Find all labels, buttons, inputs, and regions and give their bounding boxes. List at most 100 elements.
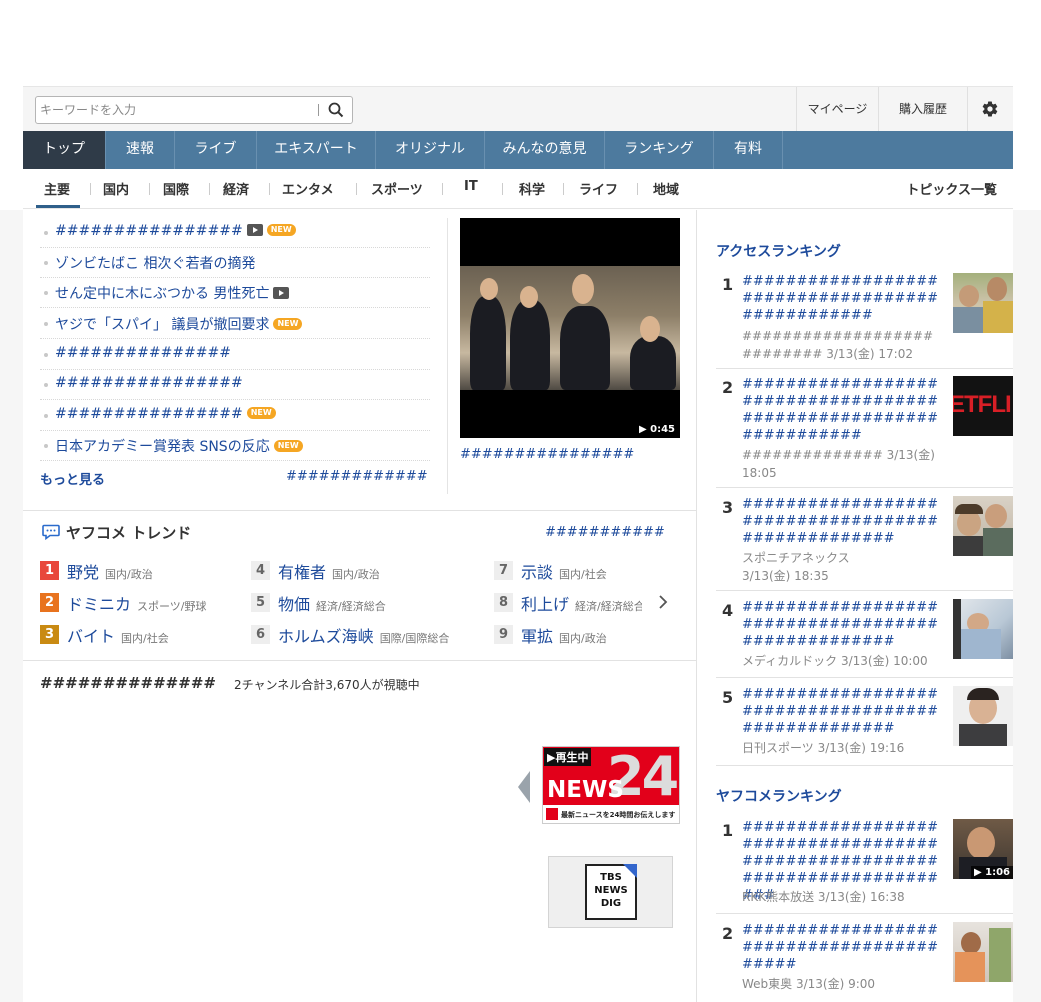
bullet xyxy=(44,231,48,235)
category-domestic[interactable]: 国内 xyxy=(103,179,129,198)
purchase-history-link[interactable]: 購入履歴 xyxy=(878,87,967,131)
ranking-meta: スポニチアネックス 3/13(金) 18:35 xyxy=(742,549,942,585)
category-main[interactable]: 主要 xyxy=(44,179,70,198)
topic-item[interactable]: ################ NEW xyxy=(40,401,430,431)
tab-expert[interactable]: エキスパート xyxy=(257,131,376,169)
ranking-headline[interactable]: ########################################… xyxy=(742,686,942,737)
topic-item[interactable]: ヤジで「スパイ」 議員が撤回要求 NEW xyxy=(40,309,430,339)
topic-title[interactable]: ヤジで「スパイ」 議員が撤回要求 xyxy=(55,317,269,333)
chevron-left-icon[interactable] xyxy=(518,771,530,803)
tab-ranking[interactable]: ランキング xyxy=(605,131,714,169)
tbs-logo-line: DIG xyxy=(600,898,622,909)
topic-item[interactable]: ################ xyxy=(40,370,430,400)
trend-word[interactable]: 物価 xyxy=(278,595,310,614)
divider xyxy=(90,183,91,195)
topic-title[interactable]: ################ xyxy=(55,375,243,391)
ranking-item[interactable]: 2 ######################################… xyxy=(716,922,1013,1002)
tbs-logo-line: TBS xyxy=(600,872,622,883)
video-duration: ▶ 1:06 xyxy=(970,866,1013,879)
search-box[interactable] xyxy=(35,96,353,124)
trend-item[interactable]: 8 利上げ 経済/経済総合 xyxy=(494,591,642,613)
ranking-source: Web東奥 xyxy=(742,977,793,991)
topic-title[interactable]: 日本アカデミー賞発表 SNSの反応 xyxy=(55,439,270,455)
ranking-item[interactable]: 1 ######################################… xyxy=(716,273,1013,369)
topic-item[interactable]: ゾンビたばこ 相次ぐ若者の摘発 xyxy=(40,248,430,278)
search-icon[interactable] xyxy=(328,102,344,118)
ranking-date: 3/13(金) 17:02 xyxy=(822,347,913,361)
tab-paid[interactable]: 有料 xyxy=(714,131,783,169)
thumbnail-figure xyxy=(480,278,498,300)
topics-list-link[interactable]: トピックス一覧 xyxy=(906,179,997,198)
news24-tagline: 最新ニュースを24時間お伝えします xyxy=(561,811,676,819)
topic-item[interactable]: せん定中に木にぶつかる 男性死亡 xyxy=(40,278,430,308)
trend-word[interactable]: 軍拡 xyxy=(521,627,553,646)
trend-word[interactable]: 利上げ xyxy=(521,595,569,613)
topics-secondary-link[interactable]: ############# xyxy=(286,469,428,484)
trend-word[interactable]: バイト xyxy=(67,627,115,646)
topic-title[interactable]: ################ xyxy=(55,406,243,422)
tbs-news-channel[interactable]: TBS NEWS DIG xyxy=(548,856,673,928)
tab-live[interactable]: ライブ xyxy=(175,131,257,169)
topic-item[interactable]: 日本アカデミー賞発表 SNSの反応 NEW xyxy=(40,431,430,461)
category-world[interactable]: 国際 xyxy=(163,179,189,198)
thumbnail-figure xyxy=(630,336,676,390)
ranking-item[interactable]: 1 ######################################… xyxy=(716,819,1013,914)
trend-rank: 4 xyxy=(251,561,270,580)
ranking-headline[interactable]: ########################################… xyxy=(742,273,942,324)
trend-word[interactable]: 野党 xyxy=(67,563,99,582)
settings-button[interactable] xyxy=(967,87,1013,131)
video-icon xyxy=(273,287,290,299)
topic-title[interactable]: せん定中に木にぶつかる 男性死亡 xyxy=(55,286,269,302)
ranking-headline[interactable]: ########################################… xyxy=(742,376,942,444)
featured-video[interactable]: ▶ 0:45 xyxy=(460,218,680,438)
comment-icon xyxy=(42,524,60,540)
tab-top[interactable]: トップ xyxy=(23,131,106,169)
ranking-headline[interactable]: ########################################… xyxy=(742,496,942,547)
ranking-item[interactable]: 2 ######################################… xyxy=(716,376,1013,488)
bullet xyxy=(44,383,48,387)
trend-word[interactable]: 示談 xyxy=(521,563,553,582)
ranking-item[interactable]: 3 ######################################… xyxy=(716,496,1013,591)
video-icon xyxy=(246,224,263,236)
trend-word[interactable]: ドミニカ xyxy=(67,595,131,614)
category-life[interactable]: ライフ xyxy=(579,179,618,198)
bullet xyxy=(44,353,48,357)
trend-category: 経済/経済総合 xyxy=(575,600,642,613)
tab-original[interactable]: オリジナル xyxy=(376,131,485,169)
thumbnail-figure xyxy=(640,316,660,342)
trend-word[interactable]: 有権者 xyxy=(278,563,326,582)
topic-title[interactable]: ################ xyxy=(55,223,243,239)
topic-title[interactable]: ゾンビたばこ 相次ぐ若者の摘発 xyxy=(55,256,255,272)
ranking-headline[interactable]: ########################################… xyxy=(742,922,942,973)
video-caption-link[interactable]: ################ xyxy=(460,447,634,462)
active-category-underline xyxy=(36,205,80,208)
ranking-headline[interactable]: ########################################… xyxy=(742,599,942,650)
category-economy[interactable]: 経済 xyxy=(223,179,249,198)
ranking-date: 3/13(金) 19:16 xyxy=(813,741,905,755)
topic-item[interactable]: ############### xyxy=(40,340,430,370)
new-badge: NEW xyxy=(246,407,276,419)
trend-more-link[interactable]: ########### xyxy=(545,525,665,540)
tab-breaking[interactable]: 速報 xyxy=(106,131,175,169)
search-input[interactable] xyxy=(40,101,310,119)
trend-word[interactable]: ホルムズ海峡 xyxy=(278,627,374,646)
more-topics-link[interactable]: もっと見る xyxy=(40,469,105,488)
ranking-source: メディカルドック xyxy=(742,654,838,668)
news24-channel[interactable]: 24 NEWS ▶再生中 最新ニュースを24時間お伝えします xyxy=(542,746,680,824)
trend-category: スポーツ/野球 xyxy=(137,600,207,613)
topic-item[interactable]: ################ NEW xyxy=(40,218,430,248)
tab-opinions[interactable]: みんなの意見 xyxy=(485,131,605,169)
category-entertainment[interactable]: エンタメ xyxy=(282,179,334,198)
category-it[interactable]: IT xyxy=(464,179,478,194)
mypage-link[interactable]: マイページ xyxy=(796,87,878,131)
category-sports[interactable]: スポーツ xyxy=(371,179,423,198)
ranking-item[interactable]: 4 ######################################… xyxy=(716,599,1013,678)
topic-title[interactable]: ############### xyxy=(55,345,231,361)
chevron-right-icon[interactable] xyxy=(656,594,670,610)
new-badge: NEW xyxy=(273,440,303,452)
category-region[interactable]: 地域 xyxy=(653,179,679,198)
ranking-item[interactable]: 5 ######################################… xyxy=(716,686,1013,766)
category-science[interactable]: 科学 xyxy=(519,179,545,198)
main-nav: トップ 速報 ライブ エキスパート オリジナル みんなの意見 ランキング 有料 xyxy=(23,131,1013,169)
search-separator xyxy=(318,104,319,116)
